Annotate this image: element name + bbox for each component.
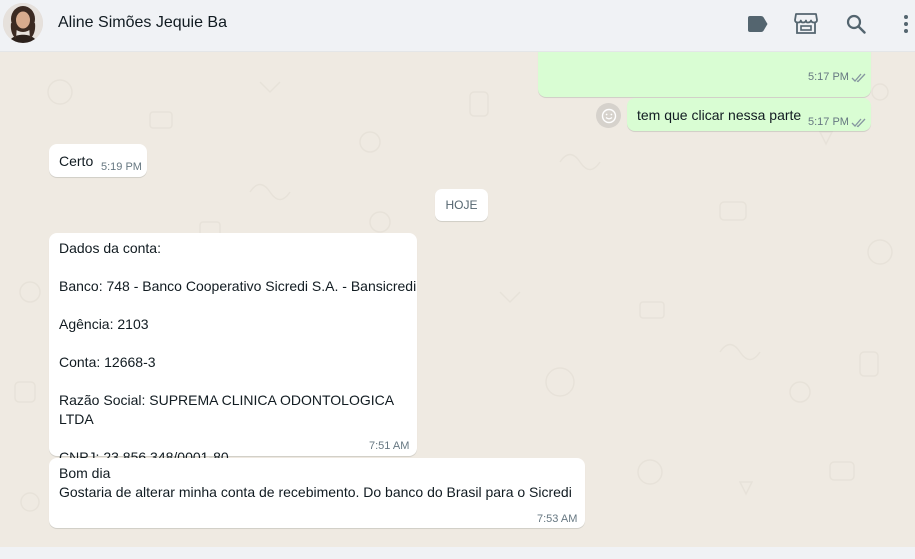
- message-text: Bom dia Gostaria de alterar minha conta …: [59, 465, 572, 500]
- search-icon[interactable]: [844, 12, 868, 36]
- message-time: 7:51 AM: [369, 440, 410, 452]
- double-check-icon: [851, 73, 866, 83]
- double-check-icon: [851, 118, 866, 128]
- chat-panel[interactable]: 5:17 PM tem que clicar nessa parte 5:17 …: [0, 52, 915, 547]
- message-text: Certo: [59, 153, 94, 169]
- day-divider: HOJE: [435, 189, 488, 221]
- contact-name[interactable]: Aline Simões Jequie Ba: [58, 14, 227, 32]
- message-text: tem que clicar nessa parte: [637, 107, 802, 123]
- message-time: 5:17 PM: [808, 116, 849, 128]
- emoji-reaction-button[interactable]: [596, 103, 621, 128]
- message-bubble-incoming[interactable]: Dados da conta: Banco: 748 - Banco Coope…: [49, 233, 417, 465]
- message-time: 7:53 AM: [537, 513, 578, 525]
- menu-icon[interactable]: [894, 12, 915, 36]
- message-bubble-outgoing[interactable]: tem que clicar nessa parte 5:17 PM: [627, 98, 871, 131]
- message-bubble-incoming[interactable]: Certo 5:19 PM: [49, 144, 147, 177]
- message-bubble-outgoing[interactable]: 5:17 PM: [538, 52, 871, 97]
- message-text: Dados da conta: Banco: 748 - Banco Coope…: [59, 240, 417, 465]
- message-bubble-incoming[interactable]: Bom dia Gostaria de alterar minha conta …: [49, 458, 585, 528]
- smiley-icon: [601, 108, 616, 123]
- contact-avatar[interactable]: [3, 3, 43, 43]
- chat-header: Aline Simões Jequie Ba: [0, 0, 915, 52]
- message-time: 5:17 PM: [808, 71, 849, 83]
- message-time: 5:19 PM: [101, 161, 142, 173]
- store-icon[interactable]: [794, 12, 818, 36]
- composer-bar-edge: [0, 547, 915, 559]
- label-icon[interactable]: [745, 12, 769, 36]
